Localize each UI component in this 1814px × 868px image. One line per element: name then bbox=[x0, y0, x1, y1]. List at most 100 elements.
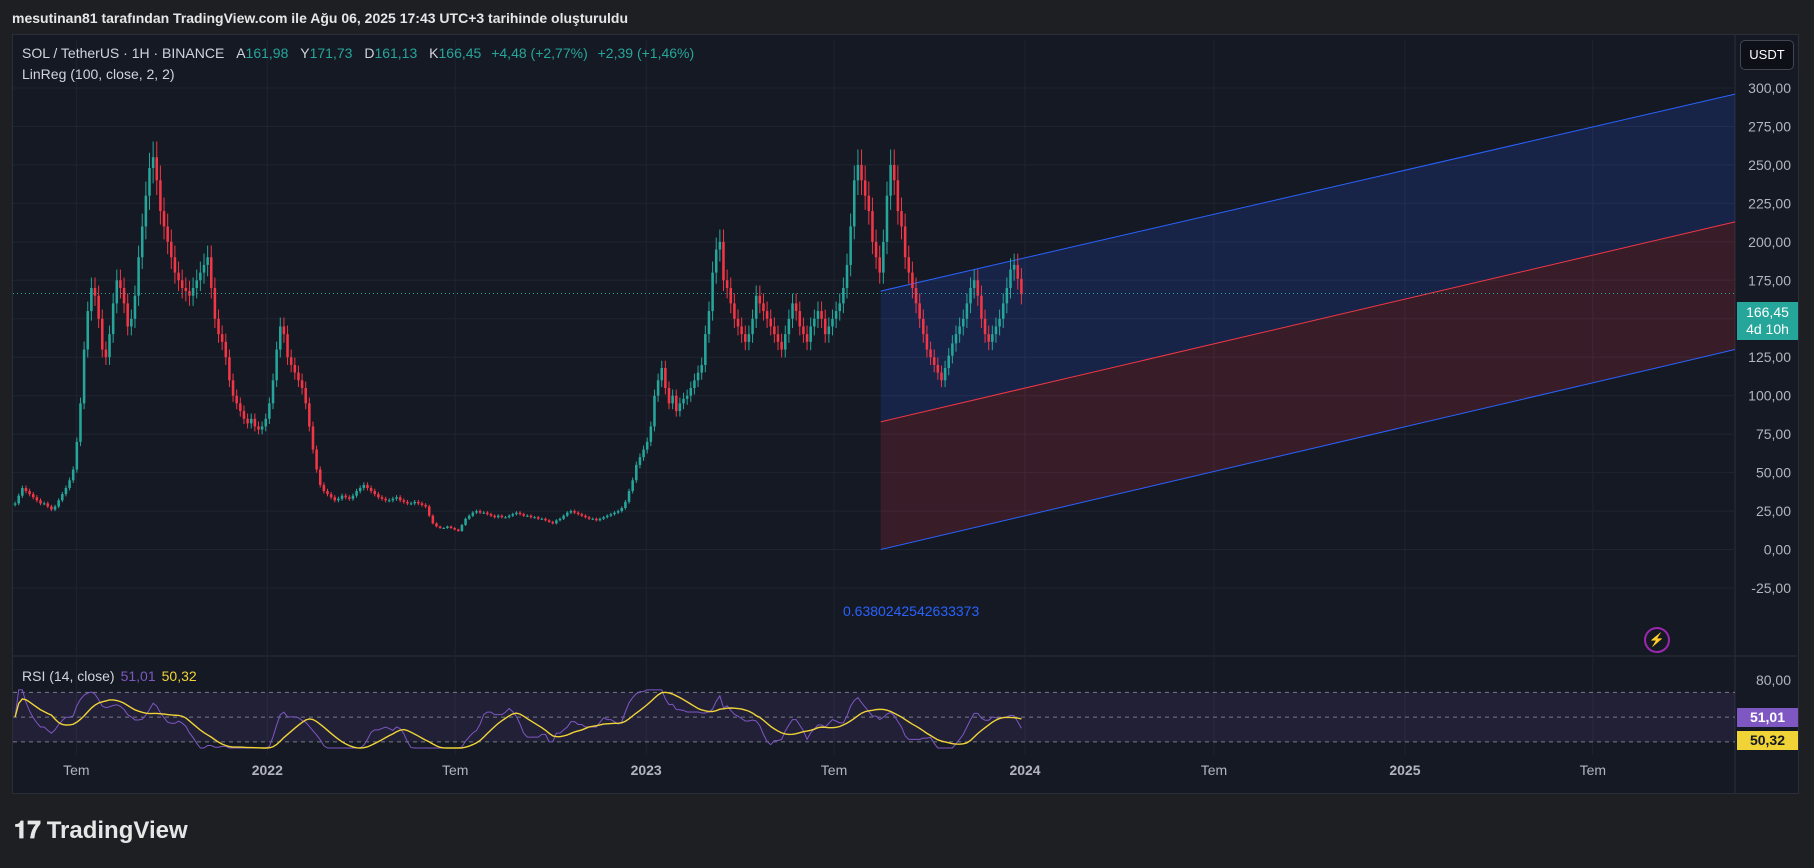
candle-body bbox=[162, 211, 166, 227]
x-tick-label: Tem bbox=[1201, 762, 1227, 778]
candle-body bbox=[308, 403, 311, 427]
candle-body bbox=[624, 501, 627, 508]
candle-body bbox=[482, 512, 485, 514]
candle-body bbox=[166, 226, 169, 242]
y-tick-label: 0,00 bbox=[1764, 542, 1791, 558]
candle-body bbox=[576, 512, 580, 515]
candle-body bbox=[860, 164, 863, 181]
candle-body bbox=[413, 501, 416, 504]
candle-body bbox=[144, 195, 148, 227]
candle-body bbox=[464, 518, 467, 525]
high-label: Y bbox=[300, 45, 310, 61]
last-price: 166,45 bbox=[1746, 304, 1789, 320]
x-tick-label: 2023 bbox=[631, 762, 662, 778]
candle-body bbox=[104, 349, 108, 358]
candle-body bbox=[97, 295, 100, 319]
candle-body bbox=[515, 512, 518, 515]
candle-body bbox=[562, 515, 565, 519]
candle-body bbox=[882, 241, 885, 273]
candle-body bbox=[972, 280, 976, 288]
candle-body bbox=[769, 318, 772, 327]
candle-body bbox=[940, 372, 943, 381]
candle-body bbox=[602, 517, 605, 519]
candle-body bbox=[653, 395, 656, 427]
candle-body bbox=[645, 441, 649, 450]
candle-body bbox=[925, 334, 929, 350]
candle-body bbox=[765, 311, 769, 319]
candle-body bbox=[922, 318, 925, 335]
candle-body bbox=[271, 380, 275, 404]
candle-body bbox=[638, 457, 642, 465]
change2-value: +2,39 (+1,46%) bbox=[597, 45, 695, 61]
candle-body bbox=[529, 515, 533, 518]
candle-body bbox=[951, 343, 954, 356]
candle-body bbox=[547, 520, 551, 522]
candle-body bbox=[235, 395, 238, 404]
x-tick-label: 2025 bbox=[1389, 762, 1420, 778]
candle-body bbox=[228, 357, 231, 381]
candle-body bbox=[126, 303, 129, 327]
candle-body bbox=[969, 288, 972, 304]
candle-body bbox=[442, 528, 446, 529]
candle-body bbox=[28, 491, 31, 495]
candle-body bbox=[787, 318, 791, 335]
candle-body bbox=[809, 326, 812, 342]
lightning-icon[interactable]: ⚡ bbox=[1644, 627, 1670, 653]
candle-body bbox=[246, 418, 249, 424]
candle-body bbox=[932, 357, 936, 365]
candle-body bbox=[286, 334, 289, 358]
candle-body bbox=[620, 508, 624, 512]
candle-body bbox=[780, 341, 783, 350]
low-value: 161,13 bbox=[374, 45, 418, 61]
candle-body bbox=[333, 497, 337, 501]
candle-body bbox=[900, 211, 903, 227]
candle-body bbox=[555, 520, 558, 524]
candle-body bbox=[31, 494, 35, 498]
candle-body bbox=[427, 506, 431, 516]
candle-body bbox=[660, 368, 664, 381]
candle-body bbox=[943, 368, 947, 381]
rsi-ma-tag: 50,32 bbox=[1737, 731, 1798, 750]
candle-body bbox=[954, 334, 958, 344]
candle-body bbox=[696, 372, 700, 381]
candle-body bbox=[671, 395, 674, 404]
candle-body bbox=[249, 418, 253, 424]
tv-logo-icon: 𝟏𝟕 bbox=[14, 816, 41, 844]
candle-body bbox=[511, 514, 515, 516]
candle-body bbox=[173, 257, 177, 273]
candle-body bbox=[137, 257, 140, 296]
candle-body bbox=[983, 318, 987, 335]
candle-body bbox=[184, 288, 188, 292]
y-tick-label: -25,00 bbox=[1751, 580, 1791, 596]
currency-button[interactable]: USDT bbox=[1740, 40, 1794, 70]
candle-body bbox=[417, 501, 420, 504]
candle-body bbox=[664, 368, 667, 388]
candle-body bbox=[50, 506, 53, 510]
candle-body bbox=[791, 303, 794, 319]
candle-body bbox=[813, 318, 816, 327]
candle-body bbox=[355, 491, 358, 496]
candle-body bbox=[958, 326, 961, 335]
candle-body bbox=[936, 364, 940, 373]
change-value: +4,48 (+2,77%) bbox=[491, 45, 588, 61]
rsi-legend[interactable]: RSI (14, close) 51,01 50,32 bbox=[22, 668, 197, 684]
candle-body bbox=[994, 326, 998, 335]
candle-body bbox=[929, 349, 932, 358]
tradingview-logo[interactable]: 𝟏𝟕 TradingView bbox=[14, 816, 188, 845]
candle-body bbox=[798, 311, 802, 327]
candle-body bbox=[689, 388, 693, 396]
price-chart[interactable]: 300,00275,00250,00225,00200,00175,00150,… bbox=[0, 0, 1814, 868]
candle-body bbox=[155, 157, 159, 181]
symbol-name[interactable]: SOL / TetherUS · 1H · BINANCE bbox=[22, 45, 224, 61]
candle-body bbox=[573, 511, 576, 513]
candle-body bbox=[340, 495, 344, 499]
x-tick-label: Tem bbox=[63, 762, 89, 778]
candle-body bbox=[53, 506, 57, 510]
candle-body bbox=[718, 241, 722, 250]
x-tick-label: Tem bbox=[821, 762, 847, 778]
candle-body bbox=[257, 426, 260, 430]
candle-body bbox=[609, 514, 613, 516]
y-tick-label: 200,00 bbox=[1748, 234, 1791, 250]
low-label: D bbox=[364, 45, 375, 61]
linreg-legend[interactable]: LinReg (100, close, 2, 2) bbox=[22, 66, 175, 82]
